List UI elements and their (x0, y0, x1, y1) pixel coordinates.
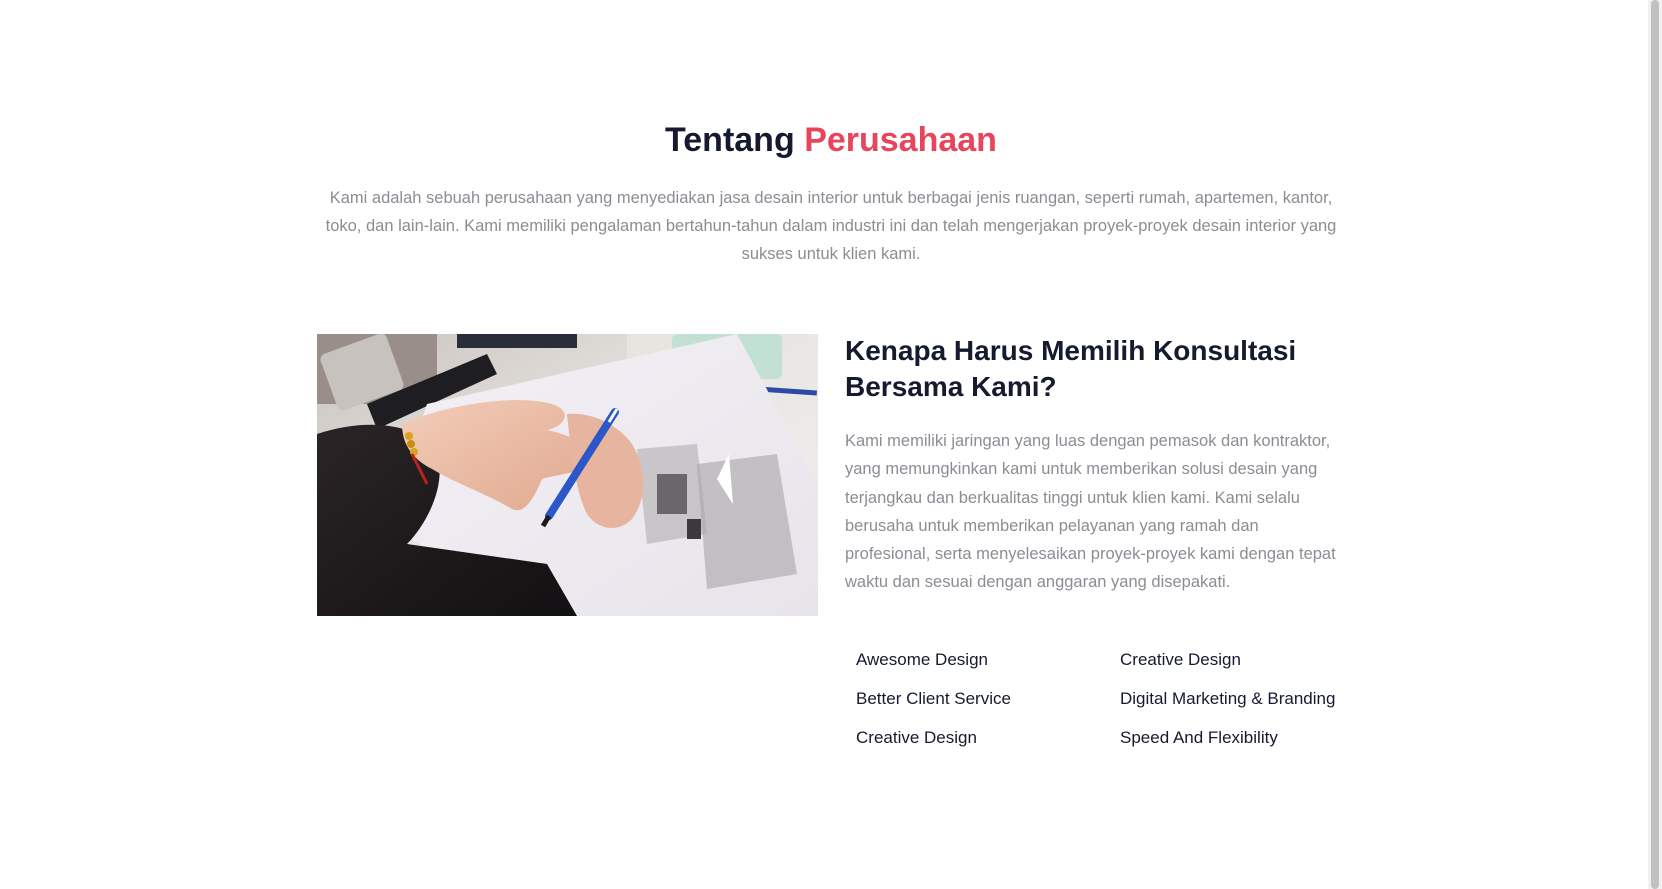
page: Tentang Perusahaan Kami adalah sebuah pe… (0, 0, 1662, 889)
feature-item: Awesome Design (856, 650, 988, 669)
feature-item: Speed And Flexibility (1120, 728, 1278, 747)
feature-list: Awesome Design Creative Design Better Cl… (856, 647, 1376, 750)
hero-image (317, 334, 818, 616)
feature-item: Digital Marketing & Branding (1120, 689, 1336, 708)
feature-item: Better Client Service (856, 689, 1011, 708)
section-title: Tentang Perusahaan (0, 117, 1662, 163)
scrollbar-thumb[interactable] (1651, 0, 1659, 889)
feature-item: Creative Design (856, 728, 977, 747)
drawing-photo (317, 334, 818, 616)
section-title-accent: Perusahaan (804, 121, 997, 159)
why-title: Kenapa Harus Memilih Konsultasi Bersama … (845, 335, 1297, 402)
scrollbar[interactable] (1648, 0, 1662, 889)
section-intro: Kami adalah sebuah perusahaan yang menye… (325, 189, 1337, 263)
why-text: Kami memiliki jaringan yang luas dengan … (845, 432, 1336, 592)
feature-item: Creative Design (1120, 650, 1241, 669)
section-title-prefix: Tentang (665, 121, 795, 159)
